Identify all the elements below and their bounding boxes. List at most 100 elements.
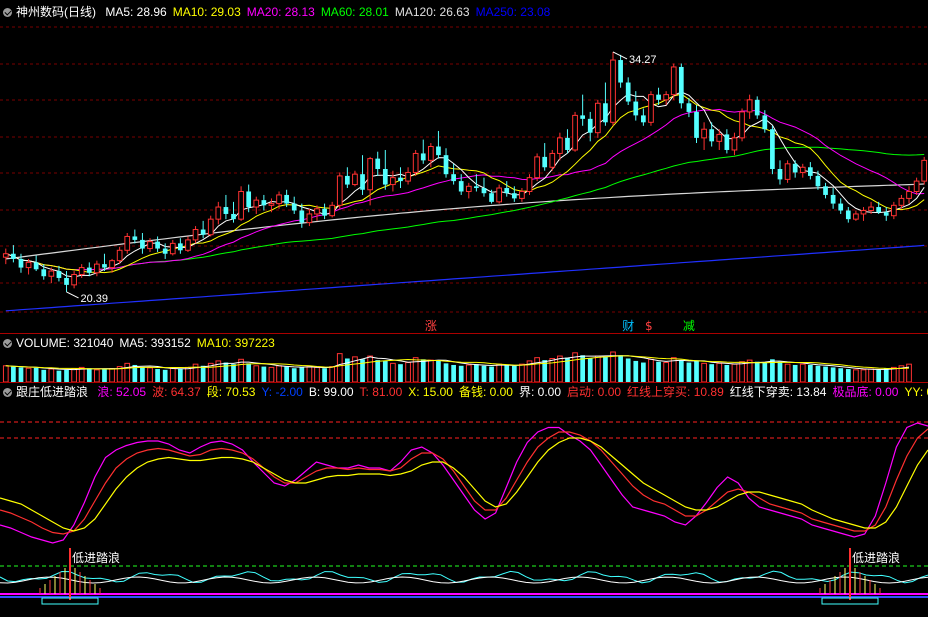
candle-body [610, 59, 616, 123]
volume-bar [731, 363, 738, 383]
candle-body [253, 199, 260, 208]
volume-bar [48, 368, 55, 383]
volume-bar [420, 359, 426, 382]
volume-bar [890, 366, 897, 383]
volume-bar [496, 363, 503, 383]
volume-bar [716, 362, 723, 383]
volume-bar [724, 364, 730, 382]
candle-body [11, 253, 16, 259]
candle-body [306, 213, 313, 224]
volume-bar [253, 365, 260, 383]
candle-body [815, 175, 821, 187]
candle-body [412, 152, 419, 173]
volume-bar [784, 363, 791, 383]
candle-body [420, 153, 426, 161]
candle-body [770, 129, 775, 169]
candle-body [329, 204, 336, 217]
candle-body [519, 190, 525, 199]
volume-bar [762, 362, 768, 382]
volume-bar [436, 360, 441, 382]
candle-body [663, 94, 669, 101]
volume-bar [451, 364, 456, 382]
volume-bar [33, 367, 39, 382]
event-marker: 减 [683, 319, 695, 333]
candle-body [496, 187, 503, 203]
volume-bar [102, 369, 107, 382]
volume-bar [398, 364, 403, 382]
volume-bar [465, 364, 472, 383]
candle-body [731, 137, 738, 151]
candle-body [41, 269, 47, 277]
volume-bar [504, 364, 510, 382]
volume-bar [291, 368, 297, 382]
volume-bar [625, 358, 631, 382]
volume-bar [860, 369, 867, 383]
candle-body [526, 177, 533, 192]
candle-body [390, 177, 396, 186]
candle-body [215, 206, 222, 220]
pane-separator [0, 382, 928, 383]
volume-bar [427, 359, 434, 383]
stock-chart[interactable]: 34.27 20.39 涨 财 $ 减 低进踏浪 低进踏浪 [0, 0, 928, 617]
candle-body [207, 218, 214, 236]
candle-body [443, 155, 449, 175]
candle-body [25, 261, 32, 269]
volume-bar [147, 367, 153, 383]
volume-bar [678, 360, 684, 382]
candle-body [481, 188, 487, 194]
candle-body [709, 129, 715, 142]
candle-body [746, 99, 753, 113]
high-label: 34.27 [629, 54, 657, 66]
volume-bar [845, 369, 851, 382]
volume-bar [648, 358, 654, 383]
candle-body [777, 169, 783, 180]
candle-body [678, 66, 684, 104]
candle-body [398, 177, 403, 182]
candle-body [78, 267, 85, 275]
volume-bar [815, 365, 821, 382]
candle-body [633, 101, 639, 116]
volume-bar [178, 369, 183, 382]
candle-body [489, 193, 494, 202]
candle-body [102, 264, 107, 268]
volume-bar [299, 367, 305, 382]
volume-bar [382, 360, 388, 382]
candle-body [587, 118, 593, 133]
volume-bar [86, 368, 92, 382]
candle-body [56, 271, 62, 278]
volume-bar [853, 369, 859, 383]
signal-label: 低进踏浪 [72, 550, 120, 565]
candle-body [360, 174, 365, 190]
volume-bar [268, 366, 275, 383]
volume-bar [124, 362, 131, 383]
candle-body [549, 152, 556, 168]
volume-bar [322, 368, 327, 382]
candle-body [276, 194, 282, 205]
volume-bar [443, 363, 449, 382]
candle-body [823, 186, 828, 195]
candle-body [906, 190, 912, 199]
volume-bar [709, 364, 715, 382]
volume-bar [25, 367, 32, 383]
candle-body [451, 174, 456, 182]
candle-body [686, 103, 692, 112]
candle-body [625, 82, 631, 102]
low-pointer [66, 291, 79, 299]
volume-bar [11, 366, 16, 382]
volume-bar [109, 368, 115, 383]
volume-bar [64, 369, 69, 382]
volume-bar [594, 355, 601, 383]
candle-body [178, 243, 183, 251]
candle-body [284, 194, 289, 204]
volume-bar [519, 363, 525, 383]
candle-body [132, 236, 138, 240]
candle-body [739, 111, 745, 139]
volume-bar [830, 367, 836, 382]
candle-body [799, 166, 806, 173]
candle-body [169, 242, 176, 255]
candle-body [94, 263, 100, 274]
candle-body [565, 137, 570, 150]
candle-body [648, 94, 654, 123]
candle-body [33, 262, 39, 270]
volume-bar [694, 360, 699, 382]
